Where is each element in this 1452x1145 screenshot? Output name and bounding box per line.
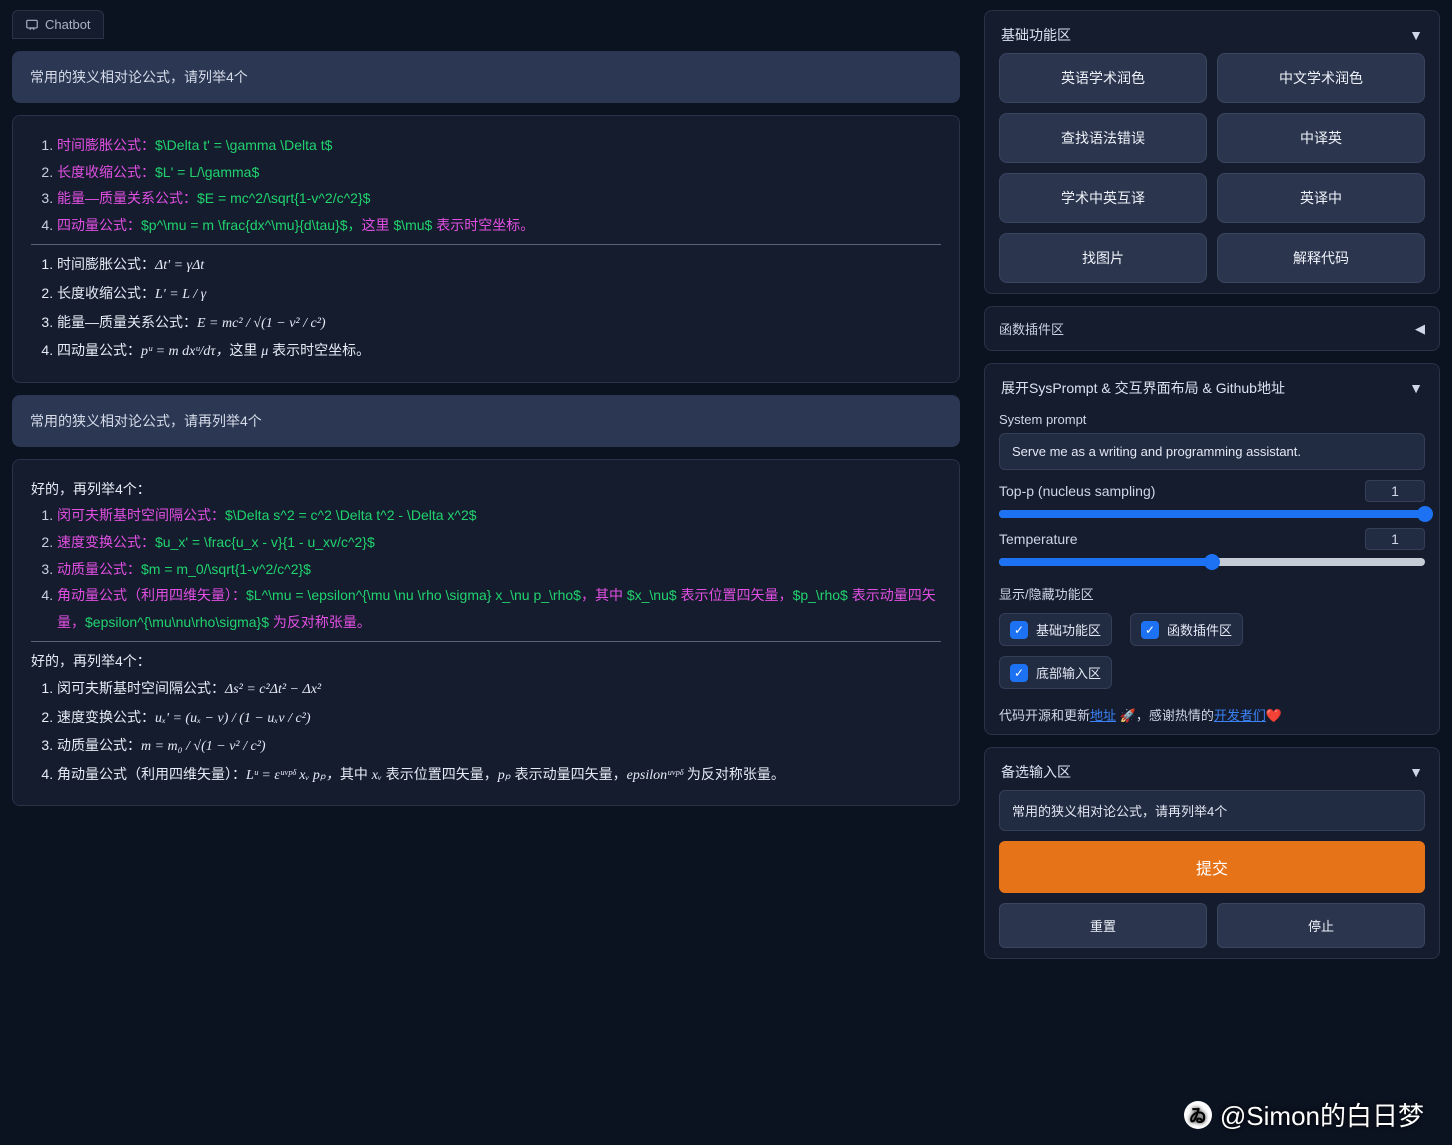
divider <box>31 641 941 642</box>
link-developers[interactable]: 开发者们 <box>1214 708 1266 723</box>
assistant-message-2: 好的，再列举4个： 闵可夫斯基时空间隔公式：$\Delta s^2 = c^2 … <box>12 459 960 807</box>
chk-bottom-input[interactable]: ✓底部输入区 <box>999 656 1112 689</box>
topp-slider[interactable] <box>999 510 1425 518</box>
chk-plugins[interactable]: ✓函数插件区 <box>1130 613 1243 646</box>
alt-input[interactable]: 常用的狭义相对论公式，请再列举4个 <box>999 790 1425 831</box>
fn-btn-find-image[interactable]: 找图片 <box>999 233 1207 283</box>
link-source-address[interactable]: 地址 <box>1090 708 1116 723</box>
panel-title: 基础功能区 <box>1001 25 1071 45</box>
panel-sysprompt: 展开SysPrompt & 交互界面布局 & Github地址 ▼ System… <box>984 363 1440 735</box>
chevron-left-icon[interactable]: ◀ <box>1415 321 1425 337</box>
user-message-2: 常用的狭义相对论公式，请再列举4个 <box>12 395 960 447</box>
visibility-title: 显示/隐藏功能区 <box>999 584 1425 603</box>
fn-btn-academic-trans[interactable]: 学术中英互译 <box>999 173 1207 223</box>
chk-basic[interactable]: ✓基础功能区 <box>999 613 1112 646</box>
checkbox-checked-icon: ✓ <box>1010 621 1028 639</box>
fn-btn-en-polish[interactable]: 英语学术润色 <box>999 53 1207 103</box>
tab-label: Chatbot <box>45 17 91 32</box>
temperature-label: Temperature <box>999 531 1078 547</box>
system-prompt-label: System prompt <box>999 412 1425 427</box>
panel-basic-functions: 基础功能区 ▼ 英语学术润色 中文学术润色 查找语法错误 中译英 学术中英互译 … <box>984 10 1440 294</box>
assistant-message-1: 时间膨胀公式：$\Delta t' = \gamma \Delta t$ 长度收… <box>12 115 960 383</box>
user-message-1: 常用的狭义相对论公式，请列举4个 <box>12 51 960 103</box>
chevron-down-icon[interactable]: ▼ <box>1409 764 1423 780</box>
stop-button[interactable]: 停止 <box>1217 903 1425 948</box>
topp-value[interactable]: 1 <box>1365 480 1425 502</box>
reset-button[interactable]: 重置 <box>999 903 1207 948</box>
chat-icon <box>25 18 39 32</box>
panel-title: 备选输入区 <box>1001 762 1071 782</box>
temperature-slider[interactable] <box>999 558 1425 566</box>
panel-title: 函数插件区 <box>999 319 1064 338</box>
temperature-value[interactable]: 1 <box>1365 528 1425 550</box>
fn-btn-en2zh[interactable]: 英译中 <box>1217 173 1425 223</box>
system-prompt-input[interactable]: Serve me as a writing and programming as… <box>999 433 1425 470</box>
panel-alt-input: 备选输入区 ▼ 常用的狭义相对论公式，请再列举4个 提交 重置 停止 <box>984 747 1440 959</box>
fn-btn-zh-polish[interactable]: 中文学术润色 <box>1217 53 1425 103</box>
submit-button[interactable]: 提交 <box>999 841 1425 893</box>
panel-function-plugins[interactable]: 函数插件区 ◀ <box>984 306 1440 351</box>
fn-btn-zh2en[interactable]: 中译英 <box>1217 113 1425 163</box>
heart-icon: ❤️ <box>1266 708 1282 723</box>
fn-btn-explain-code[interactable]: 解释代码 <box>1217 233 1425 283</box>
chevron-down-icon[interactable]: ▼ <box>1409 380 1423 396</box>
chevron-down-icon[interactable]: ▼ <box>1409 27 1423 43</box>
checkbox-checked-icon: ✓ <box>1141 621 1159 639</box>
fn-btn-grammar[interactable]: 查找语法错误 <box>999 113 1207 163</box>
topp-label: Top-p (nucleus sampling) <box>999 483 1155 499</box>
checkbox-checked-icon: ✓ <box>1010 664 1028 682</box>
panel-title: 展开SysPrompt & 交互界面布局 & Github地址 <box>1001 378 1285 398</box>
tab-chatbot[interactable]: Chatbot <box>12 10 104 39</box>
divider <box>31 244 941 245</box>
